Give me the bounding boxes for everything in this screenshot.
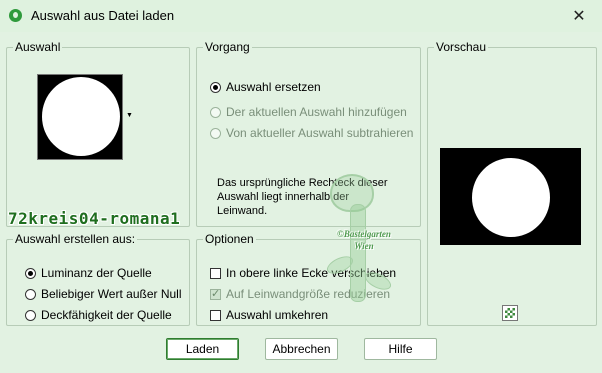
close-button[interactable]: ✕ <box>556 0 602 32</box>
help-button[interactable]: Hilfe <box>364 338 437 360</box>
checkbox-indicator[interactable] <box>210 267 221 279</box>
radio-indicator[interactable] <box>25 309 36 321</box>
group-vorgang-legend: Vorgang <box>205 40 250 54</box>
radio-luminanz[interactable]: Luminanz der Quelle <box>25 266 152 280</box>
preview-circle <box>472 158 550 237</box>
transparency-grid-icon[interactable] <box>502 305 518 321</box>
group-erstellen: Auswahl erstellen aus: Luminanz der Quel… <box>6 232 190 326</box>
radio-label: Von aktueller Auswahl subtrahieren <box>226 126 414 140</box>
checkbox-indicator <box>210 287 221 300</box>
preview-image <box>440 148 581 245</box>
radio-label: Luminanz der Quelle <box>41 266 152 280</box>
group-erstellen-legend: Auswahl erstellen aus: <box>15 232 136 246</box>
group-auswahl: Auswahl ▼ 72kreis04-romana1 <box>6 40 190 228</box>
group-vorschau-legend: Vorschau <box>436 40 487 54</box>
selection-name-watermark: 72kreis04-romana1 <box>8 209 181 228</box>
radio-indicator <box>210 106 221 118</box>
group-vorgang: Vorgang Auswahl ersetzen Der aktuellen A… <box>196 40 421 227</box>
radio-label: Auswahl ersetzen <box>226 80 321 94</box>
selection-info-note: Das ursprüngliche Rechteck dieser Auswah… <box>217 177 388 217</box>
group-auswahl-legend: Auswahl <box>15 40 61 54</box>
checkbox-indicator[interactable] <box>210 309 221 321</box>
radio-label: Der aktuellen Auswahl hinzufügen <box>226 105 407 119</box>
thumbnail-circle <box>42 77 120 156</box>
title-bar: Auswahl aus Datei laden ✕ <box>0 0 602 32</box>
cancel-button[interactable]: Abbrechen <box>265 338 338 360</box>
selection-thumbnail[interactable] <box>37 74 123 160</box>
radio-auswahl-ersetzen[interactable]: Auswahl ersetzen <box>210 80 321 94</box>
radio-wert-ausser-null[interactable]: Beliebiger Wert außer Null <box>25 287 182 301</box>
radio-indicator[interactable] <box>210 81 221 93</box>
radio-indicator[interactable] <box>25 267 36 279</box>
radio-label: Beliebiger Wert außer Null <box>41 287 182 301</box>
radio-label: Deckfähigkeit der Quelle <box>41 308 172 322</box>
group-optionen: Optionen In obere linke Ecke verschieben… <box>196 232 421 326</box>
check-leinwandgroesse: Auf Leinwandgröße reduzieren <box>210 287 390 301</box>
radio-auswahl-hinzufuegen: Der aktuellen Auswahl hinzufügen <box>210 105 407 119</box>
radio-indicator[interactable] <box>25 288 36 300</box>
check-auswahl-umkehren[interactable]: Auswahl umkehren <box>210 308 328 322</box>
checkbox-label: Auswahl umkehren <box>226 308 329 322</box>
radio-indicator <box>210 127 221 139</box>
load-button[interactable]: Laden <box>166 338 239 360</box>
check-obere-linke-ecke[interactable]: In obere linke Ecke verschieben <box>210 266 396 280</box>
window-title: Auswahl aus Datei laden <box>31 8 175 23</box>
radio-deckfaehigkeit[interactable]: Deckfähigkeit der Quelle <box>25 308 172 322</box>
group-vorschau: Vorschau <box>427 40 597 326</box>
dialog-body: Auswahl ▼ 72kreis04-romana1 Vorgang Ausw… <box>0 32 602 373</box>
app-icon <box>9 9 22 22</box>
checkbox-label: Auf Leinwandgröße reduzieren <box>226 287 391 301</box>
checkbox-label: In obere linke Ecke verschieben <box>226 266 397 280</box>
thumbnail-dropdown-arrow-icon[interactable]: ▼ <box>126 112 133 119</box>
radio-auswahl-subtrahieren: Von aktueller Auswahl subtrahieren <box>210 126 413 140</box>
group-optionen-legend: Optionen <box>205 232 254 246</box>
